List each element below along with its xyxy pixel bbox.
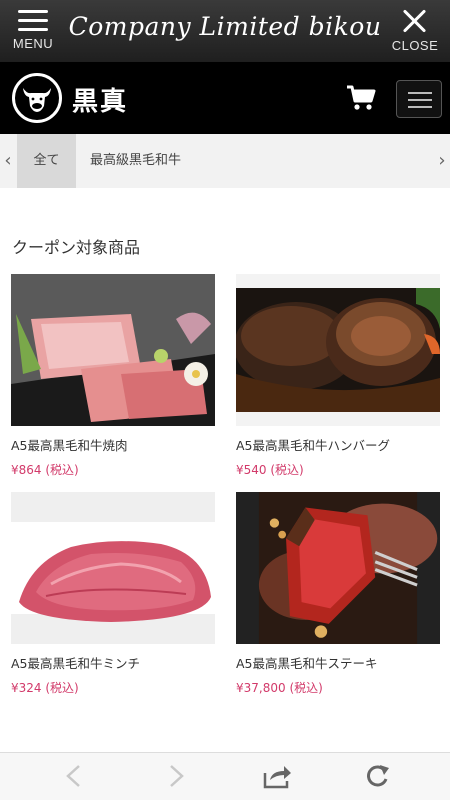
hamburger-icon	[18, 10, 48, 32]
brand-name[interactable]: 黒真	[72, 81, 128, 118]
cart-icon[interactable]	[346, 84, 376, 116]
product-price: ¥37,800 (税込)	[236, 679, 440, 696]
tax-label: (税込)	[45, 681, 79, 695]
product-card[interactable]: A5最高黒毛和牛ハンバーグ ¥540 (税込)	[236, 274, 440, 478]
product-card[interactable]: A5最高黒毛和牛ステーキ ¥37,800 (税込)	[236, 492, 440, 696]
close-icon	[401, 8, 429, 36]
reload-icon[interactable]	[364, 763, 390, 793]
menu-label: MENU	[12, 36, 54, 51]
product-price: ¥864 (税込)	[11, 461, 215, 478]
price-value: ¥324	[11, 681, 42, 695]
price-value: ¥864	[11, 463, 42, 477]
menu-button[interactable]: MENU	[10, 8, 56, 51]
product-price: ¥324 (税込)	[11, 679, 215, 696]
product-name[interactable]: A5最高黒毛和牛ミンチ	[11, 653, 215, 672]
tax-label: (税込)	[45, 463, 79, 477]
product-name[interactable]: A5最高黒毛和牛焼肉	[11, 435, 215, 454]
tax-label: (税込)	[270, 463, 304, 477]
category-tabs: ‹ 全て 最高級黒毛和牛 ›	[0, 134, 450, 188]
share-icon[interactable]	[262, 763, 292, 793]
product-image-hamburg[interactable]	[236, 274, 440, 426]
chevron-right-icon[interactable]: ›	[434, 134, 450, 188]
chevron-left-icon[interactable]: ‹	[0, 134, 16, 188]
tab-all[interactable]: 全て	[17, 134, 76, 188]
product-name[interactable]: A5最高黒毛和牛ステーキ	[236, 653, 440, 672]
tax-label: (税込)	[289, 681, 323, 695]
product-card[interactable]: A5最高黒毛和牛ミンチ ¥324 (税込)	[11, 492, 215, 696]
product-name[interactable]: A5最高黒毛和牛ハンバーグ	[236, 435, 440, 454]
forward-icon[interactable]	[168, 763, 186, 793]
site-title: Company Limited bikou	[68, 12, 382, 41]
tab-premium-wagyu[interactable]: 最高級黒毛和牛	[90, 134, 181, 188]
brand-header: 黒真	[0, 62, 450, 134]
close-label: CLOSE	[391, 38, 439, 53]
close-button[interactable]: CLOSE	[390, 8, 440, 53]
price-value: ¥37,800	[236, 681, 286, 695]
product-price: ¥540 (税込)	[236, 461, 440, 478]
product-image-yakiniku[interactable]	[11, 274, 215, 426]
back-icon[interactable]	[64, 763, 82, 793]
price-value: ¥540	[236, 463, 267, 477]
top-bar: MENU Company Limited bikou CLOSE	[0, 0, 450, 62]
product-image-mince[interactable]	[11, 492, 215, 644]
section-title: クーポン対象商品	[12, 238, 141, 257]
bull-head-icon[interactable]	[12, 73, 62, 123]
browser-toolbar	[0, 752, 450, 800]
nav-toggle-button[interactable]	[396, 80, 442, 118]
product-card[interactable]: A5最高黒毛和牛焼肉 ¥864 (税込)	[11, 274, 215, 478]
product-image-steak[interactable]	[236, 492, 440, 644]
